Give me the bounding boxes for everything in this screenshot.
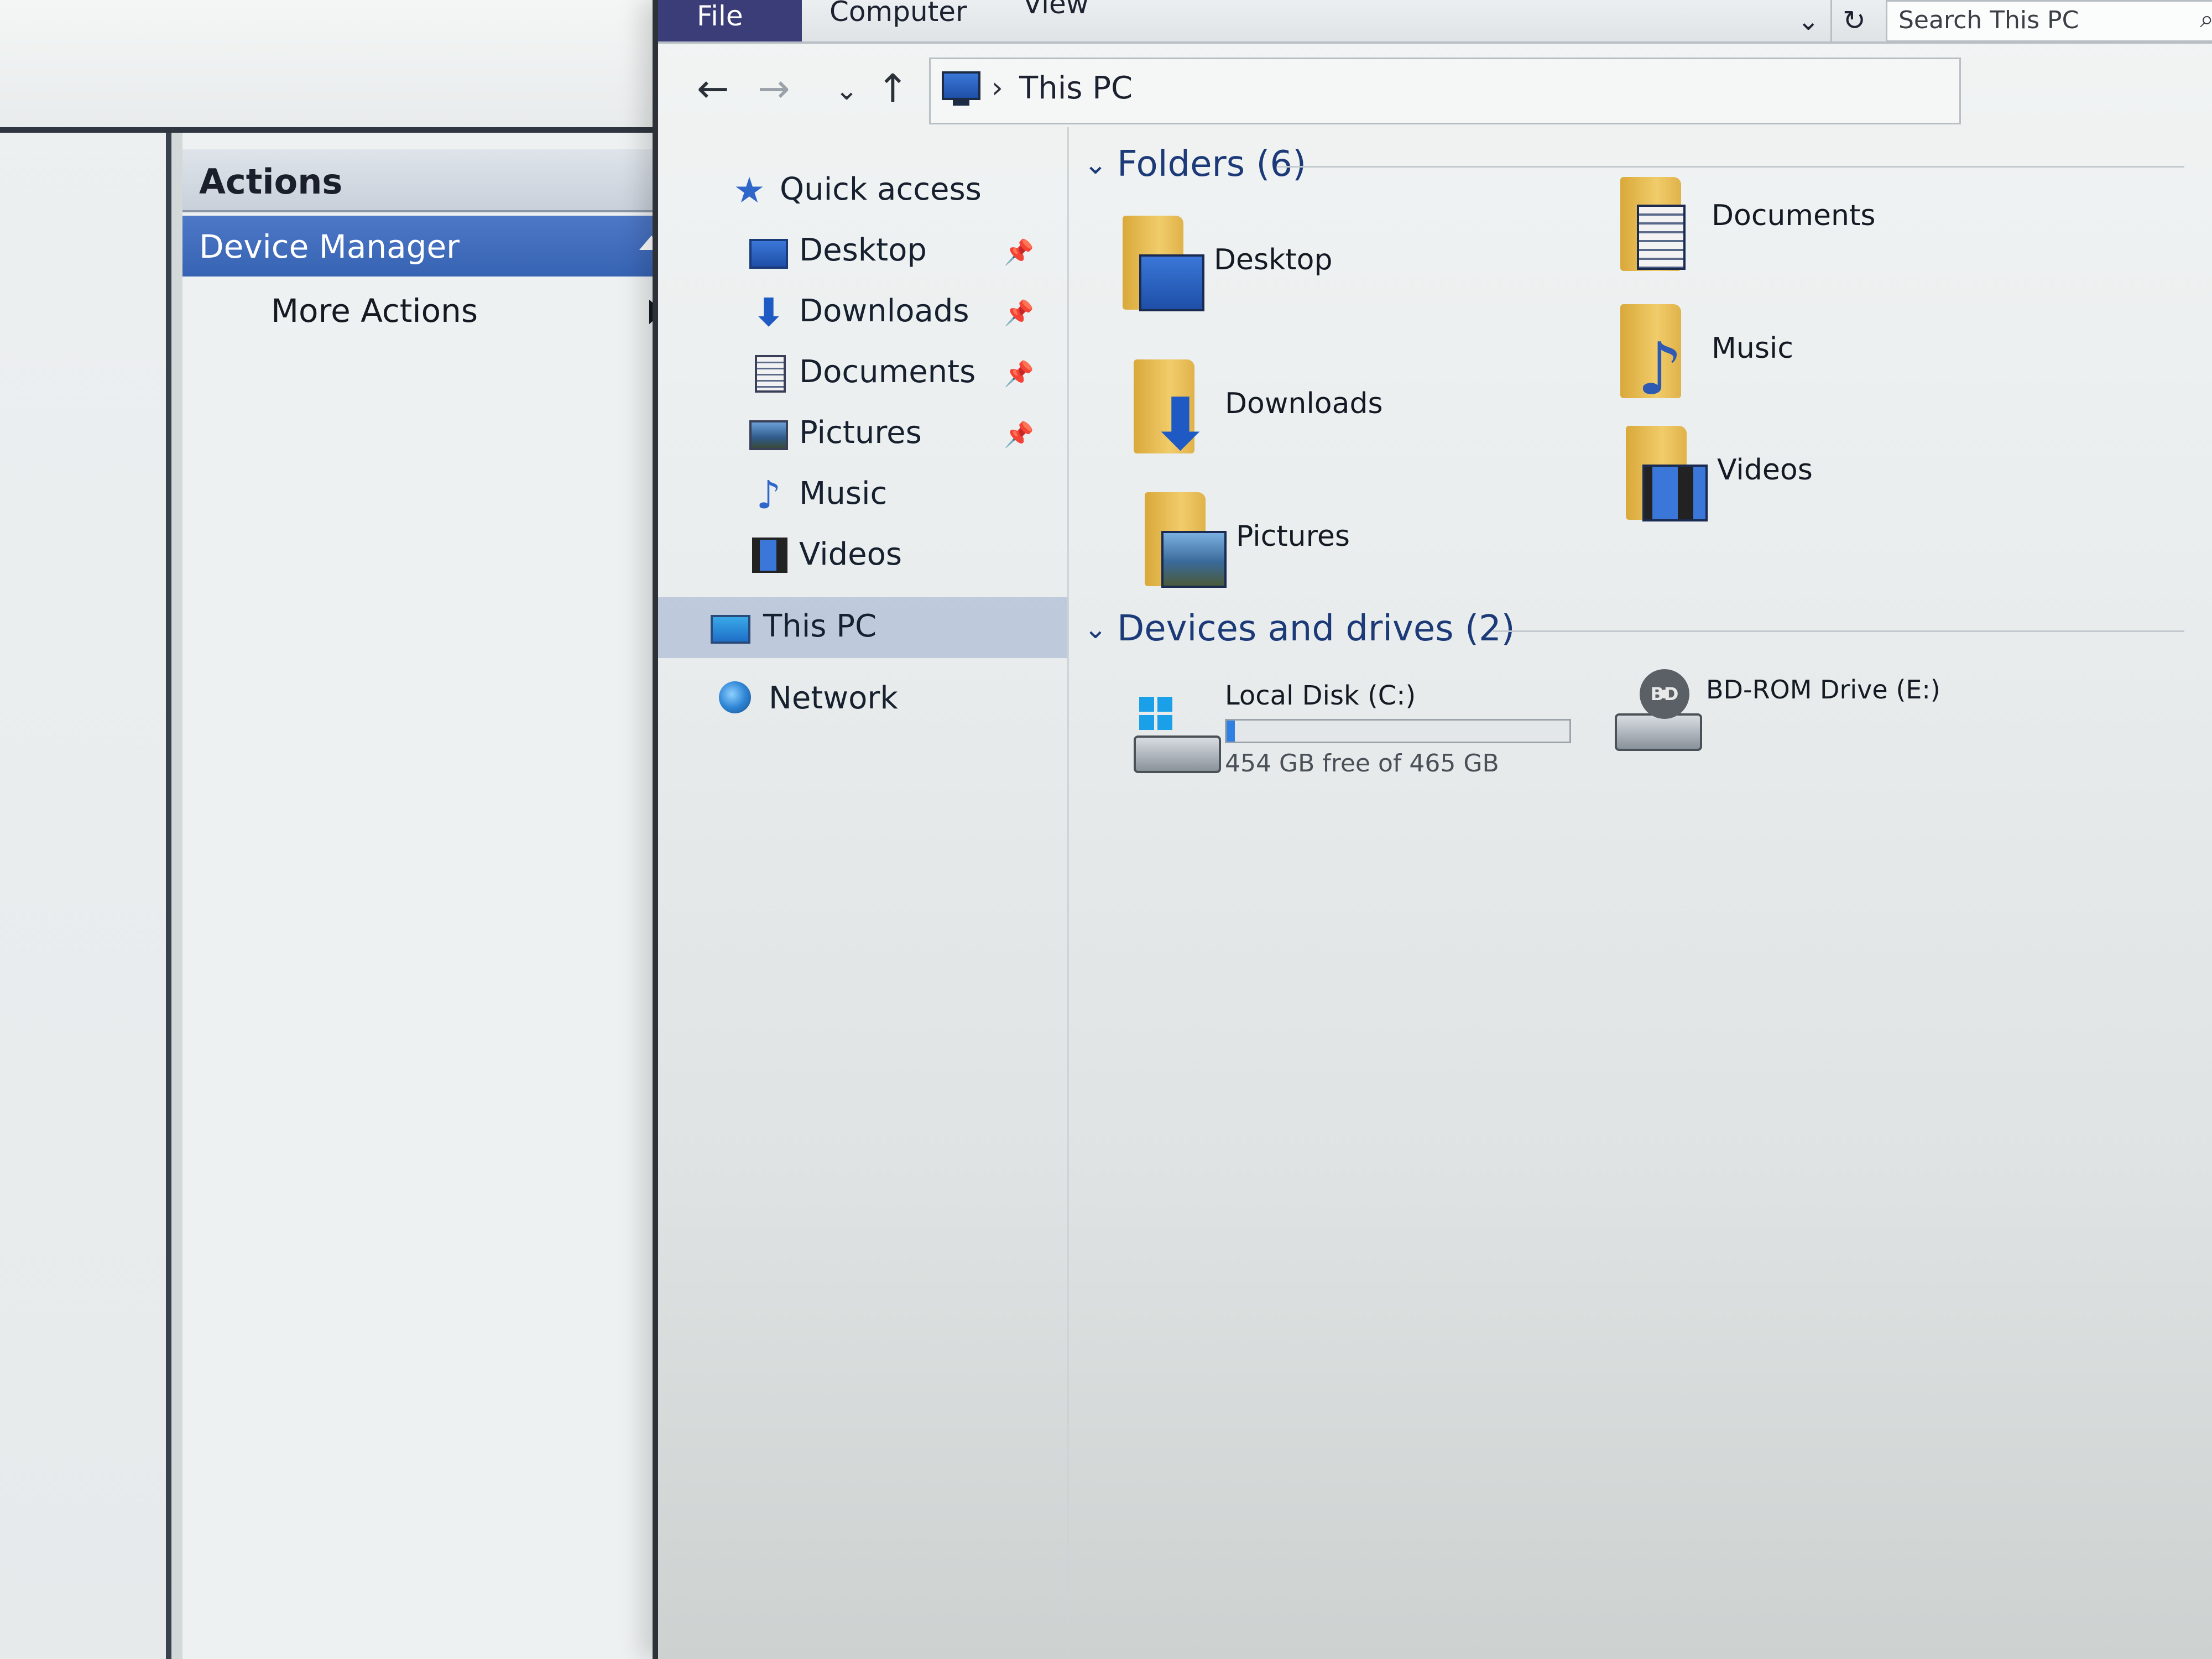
actions-pane: Actions Device Manager More Actions [182,133,691,1659]
address-bar[interactable]: › This PC [929,58,1961,124]
optical-drive-icon: BD [1615,669,1702,751]
device-manager-label: Device Manager [199,228,460,265]
drive-usage-fill [1227,721,1235,742]
downloads-icon: ⬇ [752,290,785,335]
content-area: ⌄ Folders (6) Desktop Documents ⬇ Downlo… [1078,127,2212,1659]
chevron-down-icon[interactable]: ⌄ [1084,613,1107,645]
tab-file[interactable]: File [658,0,802,41]
devices-group-title: Devices and drives (2) [1117,608,1515,649]
nav-item-music[interactable]: ♪ Music [658,465,1067,525]
network-icon [719,681,751,713]
search-icon[interactable]: ⌕ [2200,5,2212,33]
device-manager-section[interactable]: Device Manager [182,216,680,276]
this-pc-icon [942,71,980,106]
search-input[interactable] [1887,2,2198,38]
address-history-dropdown-icon[interactable]: ⌄ [1797,6,1819,36]
folder-label: Pictures [1236,520,1350,553]
nav-item-label: Videos [799,536,902,572]
tab-view[interactable]: View [1023,0,1089,20]
devices-group-header[interactable]: ⌄ Devices and drives (2) [1078,608,2184,653]
music-icon: ♪ [756,472,781,518]
ribbon-tabs: File Computer View ⌄ ↻ ⌕ [658,0,2212,44]
pin-icon[interactable]: 📌 [1004,238,1034,267]
folder-label: Desktop [1214,243,1333,276]
nav-item-label: Network [769,680,898,716]
videos-icon [752,538,787,573]
folder-tile-desktop[interactable]: Desktop [1112,216,1609,321]
nav-item-label: Downloads [799,293,969,329]
nav-item-label: Quick access [780,171,982,207]
downloads-folder-icon: ⬇ [1134,359,1211,460]
up-button[interactable]: ↑ [877,66,909,111]
chevron-down-icon[interactable]: ⌄ [1084,148,1107,180]
folder-label: Downloads [1225,387,1383,420]
nav-item-desktop[interactable]: Desktop 📌 [658,221,1067,282]
nav-item-label: Music [799,476,888,512]
drive-tile-local-disk-c[interactable]: Local Disk (C:) 454 GB free of 465 GB [1123,680,1620,802]
folder-tile-documents[interactable]: Documents [1609,177,2107,282]
nav-item-label: Pictures [799,415,922,451]
tab-file-label: File [697,0,743,32]
nav-item-label: Desktop [799,232,927,268]
drive-free-space: 454 GB free of 465 GB [1225,749,1499,778]
documents-icon [755,355,786,393]
music-folder-icon: ♪ [1620,304,1698,405]
breadcrumb-this-pc[interactable]: This PC [1019,70,1133,106]
drive-tile-bd-rom-e[interactable]: BD BD-ROM Drive (E:) [1604,658,2101,769]
actions-title: Actions [199,161,343,202]
drive-usage-bar [1225,719,1571,743]
breadcrumb-separator-icon[interactable]: › [992,71,1003,105]
nav-item-quick-access[interactable]: ★ Quick access [658,160,1067,221]
star-icon: ★ [733,170,765,211]
mmc-toolbar-area [0,0,691,133]
drive-name: BD-ROM Drive (E:) [1706,675,1940,705]
computer-management-window: Actions Device Manager More Actions [0,0,691,1659]
file-explorer-window: File Computer View ⌄ ↻ ⌕ ← → ⌄ ↑ › This … [653,0,2212,1659]
videos-folder-icon [1626,426,1708,521]
search-box[interactable]: ⌕ [1886,0,2212,42]
pin-icon[interactable]: 📌 [1004,299,1034,327]
group-divider [1493,630,2184,632]
navigation-bar: ← → ⌄ ↑ › This PC [658,44,2212,127]
back-button[interactable]: ← [697,66,729,111]
nav-item-videos[interactable]: Videos [658,525,1067,586]
group-divider [1277,166,2184,168]
folder-tile-pictures[interactable]: Pictures [1134,492,1631,597]
nav-item-pictures[interactable]: Pictures 📌 [658,404,1067,465]
refresh-icon[interactable]: ↻ [1830,0,1876,41]
documents-folder-icon [1620,177,1698,271]
folder-tile-music[interactable]: ♪ Music [1609,304,2107,409]
nav-item-downloads[interactable]: ⬇ Downloads 📌 [658,282,1067,343]
pin-icon[interactable]: 📌 [1004,359,1034,388]
desktop-folder-icon [1123,216,1204,311]
forward-button[interactable]: → [758,66,790,111]
folder-label: Music [1712,332,1793,365]
recent-locations-chevron-icon[interactable]: ⌄ [835,74,858,106]
nav-item-network[interactable]: Network [658,669,1067,730]
windows-drive-icon [1134,697,1221,773]
pictures-folder-icon [1145,492,1227,588]
pin-icon[interactable]: 📌 [1004,420,1034,449]
folder-label: Videos [1717,453,1813,487]
folder-tile-downloads[interactable]: ⬇ Downloads [1123,359,1620,465]
actions-header: Actions [182,149,680,212]
desktop-icon [749,239,788,269]
tab-computer[interactable]: Computer [830,0,967,28]
nav-item-label: Documents [799,354,976,390]
nav-item-label: This PC [763,608,877,644]
windows-logo-icon [1139,697,1172,730]
nav-item-documents[interactable]: Documents 📌 [658,343,1067,404]
drive-name: Local Disk (C:) [1225,680,1416,711]
bd-disc-icon: BD [1640,669,1689,719]
folder-tile-videos[interactable]: Videos [1615,426,2112,531]
more-actions-label: More Actions [271,292,478,330]
screen: Actions Device Manager More Actions File… [0,0,2212,1659]
this-pc-icon [711,615,750,644]
folders-group-title: Folders (6) [1117,144,1307,185]
nav-item-this-pc[interactable]: This PC [658,597,1067,658]
folder-label: Documents [1712,199,1876,232]
more-actions-item[interactable]: More Actions [182,282,680,337]
navigation-pane: ★ Quick access Desktop 📌 ⬇ Downloads 📌 D… [658,127,1069,1659]
pictures-icon [749,420,788,450]
